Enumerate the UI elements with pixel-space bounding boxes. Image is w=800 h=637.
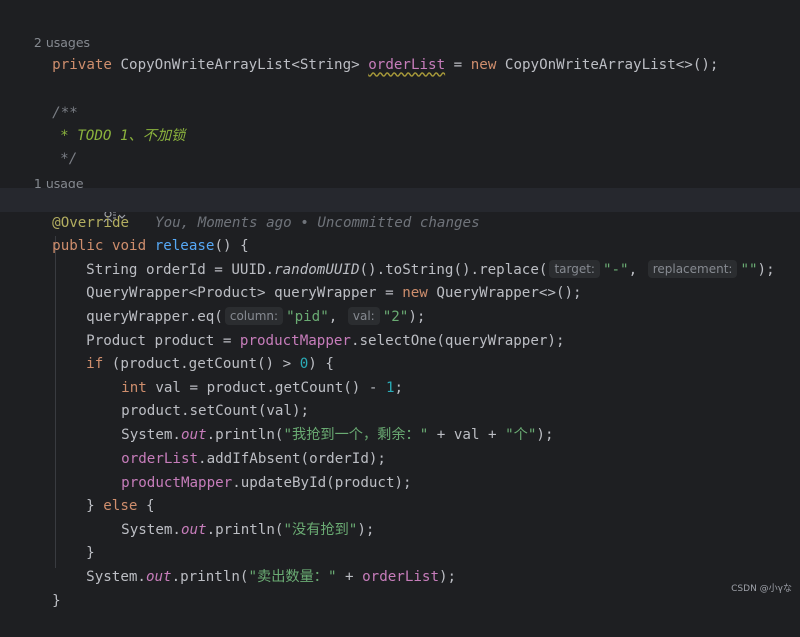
watermark: CSDN @小γな [731,584,792,594]
code-line[interactable]: System.out.println("没有抢到"); [0,495,800,538]
code-text: } [52,592,61,609]
code-line[interactable]: if (product.getCount() > 0) { [0,329,800,372]
code-line[interactable]: productMapper.updateById(product); [0,448,800,491]
code-line-annotation[interactable]: @Override You, Moments ago • Uncommitted … [0,188,800,231]
code-line[interactable]: QueryWrapper<Product> queryWrapper = new… [0,258,800,301]
code-line[interactable]: } [0,566,800,609]
code-line[interactable]: Product product = productMapper.selectOn… [0,306,800,349]
field-name-orderlist[interactable]: orderList [368,57,445,73]
field-type: CopyOnWriteArrayList<String> [120,56,360,73]
code-line[interactable]: orderList.addIfAbsent(orderId); [0,424,800,467]
code-line-field[interactable]: private CopyOnWriteArrayList<String> ord… [0,30,800,73]
code-line[interactable]: queryWrapper.eq(column: "pid", val: "2"); [0,282,800,325]
code-line[interactable]: } else { [0,471,800,514]
comment-close: */ [0,124,800,167]
gutter-icon-row[interactable] [0,169,800,223]
keyword-new: new [470,56,497,73]
code-line[interactable]: product.setCount(val); [0,376,800,419]
usages-hint[interactable]: 2 usages [0,7,800,50]
code-line[interactable]: } [0,518,800,561]
code-line[interactable]: System.out.println("我抢到一个，剩余：" + val + "… [0,400,800,443]
keyword-private: private [52,56,112,73]
comment-open: /** [0,78,800,121]
todo-comment: * TODO 1、不加锁 [0,101,800,144]
code-line[interactable]: int val = product.getCount() - 1; [0,353,800,396]
code-line-method-signature[interactable]: public void release() { [0,211,800,254]
code-editor[interactable]: 2 usages private CopyOnWriteArrayList<St… [0,0,800,609]
code-line[interactable]: String orderId = UUID.randomUUID().toStr… [0,235,800,278]
code-line[interactable]: System.out.println("卖出数量：" + orderList); [0,542,800,585]
assign-op: = [445,56,471,73]
usages-hint-method[interactable]: 1 usage [0,148,800,191]
constructor-call: CopyOnWriteArrayList<>(); [504,56,719,73]
